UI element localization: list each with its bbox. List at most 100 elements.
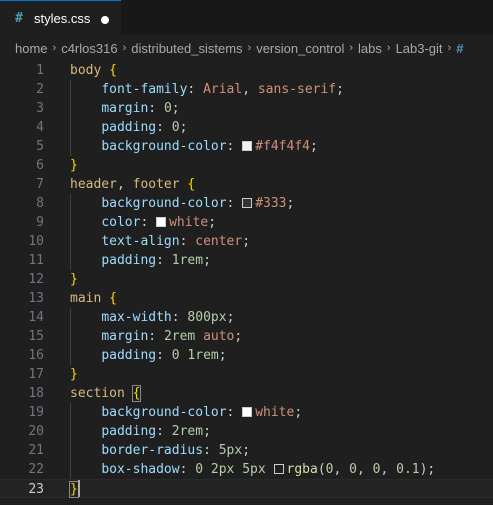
code-line[interactable]: 4 padding: 0; [0,118,493,137]
color-swatch-icon[interactable] [156,217,167,227]
code-token: border-radius [101,443,204,458]
code-text: } [70,365,78,384]
breadcrumb-item-user[interactable]: c4rlos316 [61,41,117,56]
code-text: font-family: Arial, sans-serif; [70,80,344,99]
code-token: ; [242,234,251,249]
breadcrumb-item-lab3[interactable]: Lab3-git [396,41,443,56]
code-token: ; [203,253,211,268]
breadcrumb-item-folder[interactable]: version_control [256,41,344,56]
code-token: background-color [101,139,227,154]
code-line[interactable]: 6} [0,156,493,175]
code-token: 0 [195,462,204,477]
color-swatch-icon[interactable] [273,464,284,474]
code-token: ); [419,462,436,477]
code-line[interactable]: 12} [0,270,493,289]
code-token: #333 [255,196,287,211]
color-swatch-icon[interactable] [242,198,253,208]
breadcrumb-css-icon[interactable]: # [456,41,463,56]
breadcrumb-item-project[interactable]: distributed_sistems [131,41,242,56]
code-editor[interactable]: 1 body {2 font-family: Arial, sans-serif;… [0,61,493,505]
code-token: auto [203,329,235,344]
code-token: padding [101,348,157,363]
code-line[interactable]: 14 max-width: 800px; [0,308,493,327]
code-token: margin [101,329,149,344]
line-number: 7 [36,177,44,192]
code-token: : [140,215,157,230]
code-line[interactable]: 2 font-family: Arial, sans-serif; [0,80,493,99]
code-line[interactable]: 8 background-color: #333; [0,194,493,213]
unsaved-dot-icon[interactable] [101,16,109,24]
code-token: 2px [210,462,235,477]
line-number: 10 [28,234,44,249]
code-line[interactable]: 16 padding: 0 1rem; [0,346,493,365]
code-token: Arial [203,82,243,97]
code-token: 5px [242,462,266,477]
code-token: ; [226,310,235,325]
line-number: 18 [28,386,44,401]
code-token: 0 [163,101,172,116]
code-token: ; [294,405,303,420]
code-token: 0 [171,120,180,135]
code-text: section { [70,384,142,403]
code-text: text-align: center; [70,232,250,251]
code-token: , [116,177,133,192]
code-token: : [156,348,172,363]
code-token: white [255,405,295,420]
code-token: { [131,385,142,402]
line-number: 2 [36,82,44,97]
code-token: : [171,310,188,325]
code-line[interactable]: 20 padding: 2rem; [0,422,493,441]
code-line[interactable]: 3 margin: 0; [0,99,493,118]
code-line[interactable]: 21 border-radius: 5px; [0,441,493,460]
code-token: 800px [187,310,227,325]
color-swatch-icon[interactable] [242,407,253,417]
code-line[interactable]: 10 text-align: center; [0,232,493,251]
code-token: } [70,367,78,382]
code-token: : [226,405,243,420]
code-token: body [70,63,102,78]
code-token: } [69,481,79,498]
code-line[interactable]: 18 section { [0,384,493,403]
code-line[interactable]: 9 color: white; [0,213,493,232]
code-line[interactable]: 7 header, footer { [0,175,493,194]
line-number: 6 [36,158,44,173]
color-swatch-icon[interactable] [242,141,253,151]
text-cursor [78,480,80,497]
code-token: : [148,329,164,344]
code-text: padding: 1rem; [70,251,211,270]
breadcrumb-item-labs[interactable]: labs [358,41,382,56]
code-line[interactable]: 1 body { [0,61,493,80]
code-text: header, footer { [70,175,195,194]
code-line[interactable]: 17} [0,365,493,384]
code-line[interactable]: 5 background-color: #f4f4f4; [0,137,493,156]
line-number: 20 [28,424,44,439]
code-token: 2rem [163,329,196,344]
chevron-right-icon: › [52,42,57,54]
chevron-right-icon: › [122,42,127,54]
code-line[interactable]: 23} [0,479,493,498]
code-token: , [356,462,373,477]
code-line[interactable]: 22 box-shadow: 0 2px 5px rgba(0, 0, 0, 0… [0,460,493,479]
chevron-right-icon: › [386,42,391,54]
code-token: { [109,291,117,306]
code-line[interactable]: 13 main { [0,289,493,308]
code-token: : [179,462,196,477]
tab-styles-css[interactable]: # styles.css [0,0,121,35]
code-token: ; [208,215,217,230]
line-number: 3 [36,101,44,116]
code-line[interactable]: 15 margin: 2rem auto; [0,327,493,346]
code-token: ; [242,443,251,458]
code-line[interactable]: 19 background-color: white; [0,403,493,422]
code-token: text-align [101,234,180,249]
breadcrumb-item-home[interactable]: home [15,41,48,56]
code-token: 5px [218,443,243,458]
code-text: padding: 0; [70,118,187,137]
code-line[interactable]: 11 padding: 1rem; [0,251,493,270]
